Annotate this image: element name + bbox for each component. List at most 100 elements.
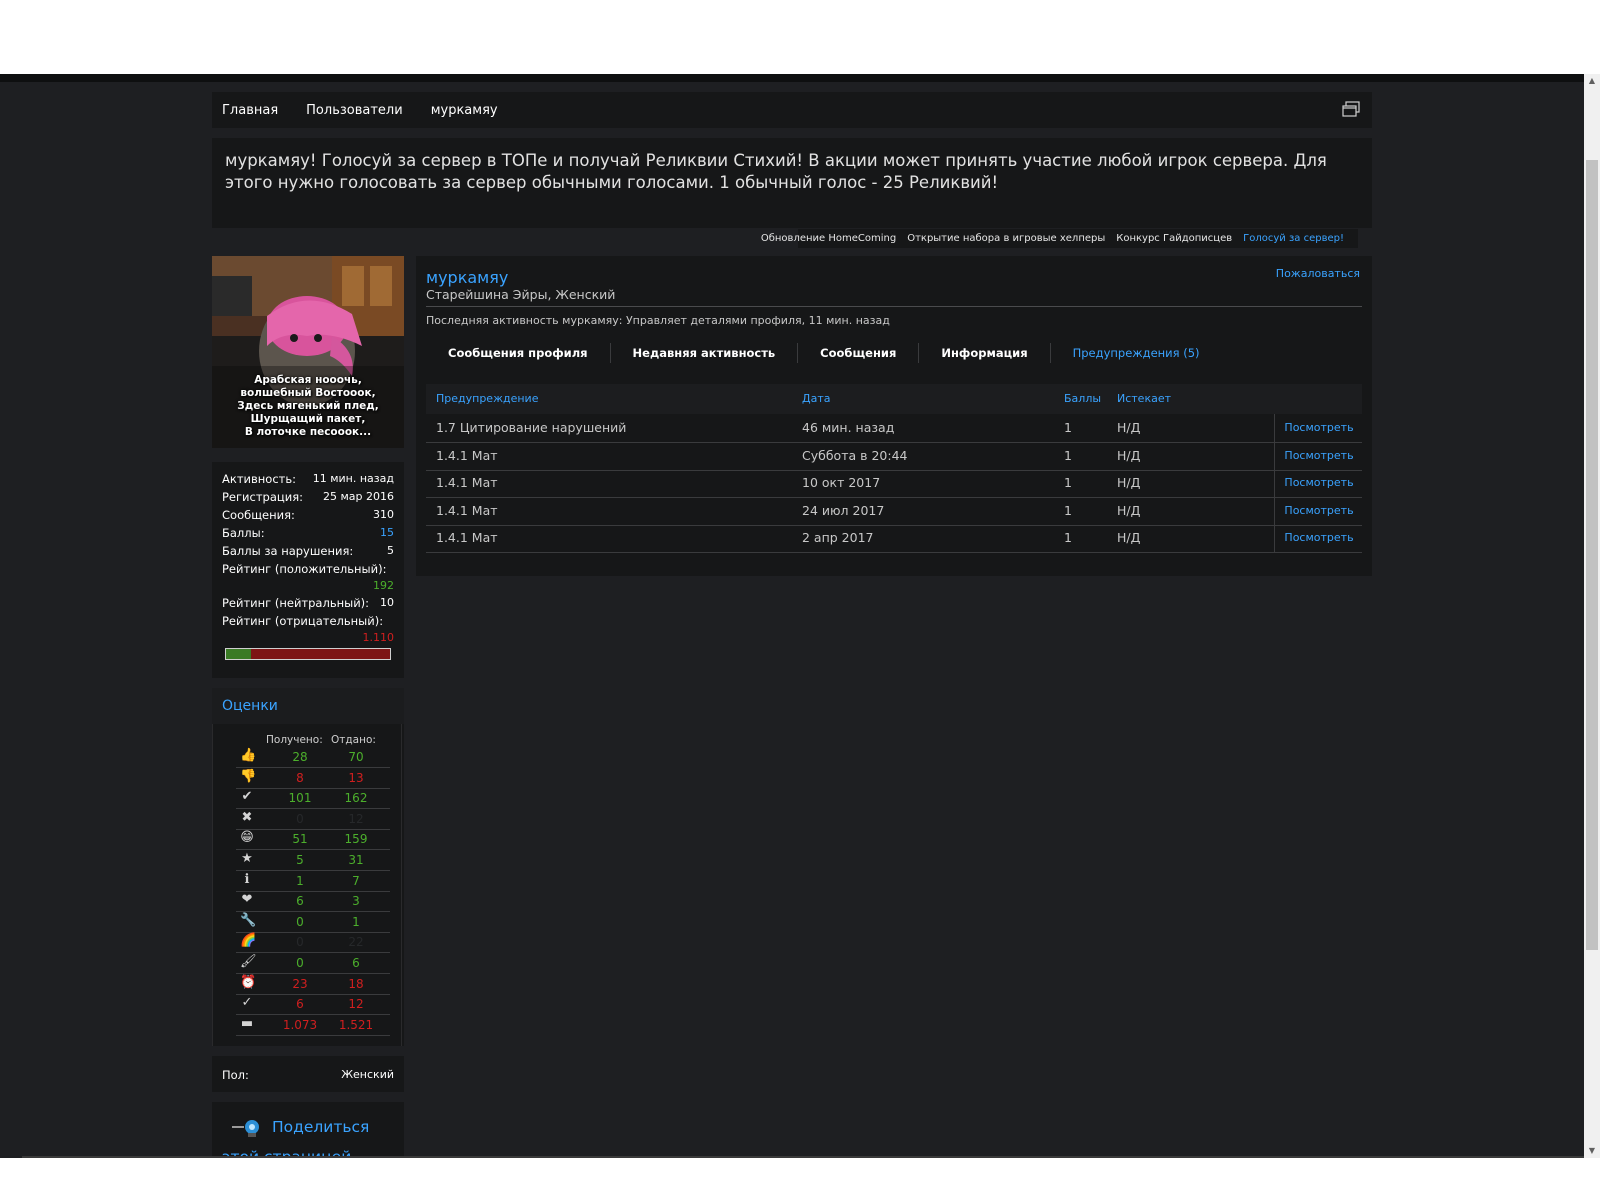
stat-value: 192 — [373, 579, 394, 592]
warning-name-cell: 1.4.1 Мат — [436, 447, 498, 463]
avatar[interactable]: Арабская нооочь, волшебный Востооок, Зде… — [212, 256, 404, 448]
warning-expires-cell: Н/Д — [1117, 502, 1141, 518]
marks-row: ✖ 0 12 — [236, 808, 390, 830]
stat-value: 1.110 — [362, 631, 395, 644]
last-activity-text: Последняя активность муркамяу: Управляет… — [426, 314, 890, 327]
marks-given-header: Отдано: — [331, 734, 376, 746]
news-ticker: Обновление HomeComing Открытие набора в … — [761, 229, 1358, 248]
gender-label: Пол: — [222, 1068, 249, 1082]
marks-given-value: 6 — [352, 956, 360, 970]
news-link-helpers[interactable]: Открытие набора в игровые хелперы — [907, 233, 1105, 244]
marks-given-value: 3 — [352, 894, 360, 909]
warning-points-cell: 1 — [1064, 447, 1072, 463]
table-row: 1.7 Цитирование нарушений 46 мин. назад 1 Н… — [426, 414, 1362, 443]
stat-label: Активность: — [222, 472, 296, 486]
marks-row: ★ 5 31 — [236, 849, 390, 871]
marks-given-value: 12 — [348, 811, 364, 826]
marks-given-value: 1 — [352, 914, 360, 929]
profile-tabs: Сообщения профиля Недавняя активность Со… — [426, 336, 1222, 370]
page-scrollbar[interactable]: ▲ ▼ — [1584, 74, 1600, 1158]
avatar-caption-line: В лоточке песооок... — [244, 426, 372, 438]
gender-panel: Пол: Женский — [212, 1056, 404, 1092]
tab-messages[interactable]: Сообщения — [798, 343, 920, 363]
marks-row: ⏰ 23 18 — [236, 973, 390, 995]
share-panel: Поделиться этой страницей — [212, 1102, 404, 1162]
profile-user-title: Старейшина Эйры, Женский — [426, 287, 616, 302]
marks-panel: Оценки Получено: Отдано: 👍 28 70 👎 8 13 ✔ 101 16… — [212, 688, 404, 1046]
warning-date-cell: 10 окт 2017 — [802, 475, 881, 490]
view-warning-link[interactable]: Посмотреть — [1274, 441, 1363, 470]
stat-value: 25 мар 2016 — [322, 490, 394, 503]
warning-date-cell: 2 апр 2017 — [802, 530, 874, 545]
scroll-thumb[interactable] — [1586, 160, 1598, 950]
stat-value[interactable]: 310 — [373, 508, 394, 521]
marks-row: 🌈 0 22 — [236, 931, 390, 954]
header-warning[interactable]: Предупреждение — [436, 392, 538, 405]
nav-profile[interactable]: муркамяу — [421, 103, 508, 118]
marks-received-value: 0 — [296, 914, 304, 929]
view-warning-link[interactable]: Посмотреть — [1274, 414, 1363, 442]
header-expires[interactable]: Истекает — [1117, 392, 1171, 405]
table-row: 1.4.1 Мат 24 июл 2017 1 Н/Д Посмотреть — [426, 496, 1363, 526]
profile-divider — [426, 306, 1362, 307]
marks-title[interactable]: Оценки — [222, 698, 278, 714]
view-warning-link[interactable]: Посмотреть — [1274, 469, 1363, 497]
profile-username[interactable]: муркамяу — [426, 268, 508, 287]
header-points[interactable]: Баллы — [1064, 392, 1101, 405]
table-row: 1.4.1 Мат 10 окт 2017 1 Н/Д Посмотреть — [426, 469, 1362, 498]
avatar-caption: Арабская нооочь, волшебный Востооок, Зде… — [212, 374, 404, 439]
laugh-icon: 😁 — [240, 830, 254, 846]
avatar-caption-line: волшебный Востооок, — [240, 387, 376, 399]
scroll-down-arrow-icon[interactable]: ▼ — [1584, 1144, 1600, 1158]
scroll-up-arrow-icon[interactable]: ▲ — [1584, 74, 1600, 88]
rainbow-icon: 🌈 — [240, 933, 257, 949]
marks-row: 👍 28 70 — [236, 746, 390, 768]
table-row: 1.4.1 Мат 2 апр 2017 1 Н/Д Посмотреть — [426, 524, 1362, 553]
news-link-contest[interactable]: Конкурс Гайдописцев — [1116, 233, 1232, 244]
nav-home[interactable]: Главная — [212, 103, 288, 118]
marks-row: 👎 8 13 — [236, 767, 390, 789]
star-medal-icon: ★ — [241, 851, 253, 866]
promo-notice-text: муркамяу! Голосуй за сервер в ТОПе и пол… — [225, 151, 1327, 192]
alarm-clock-icon: ⏰ — [240, 974, 257, 990]
warning-points-cell: 1 — [1064, 502, 1072, 518]
news-link-vote[interactable]: Голосуй за сервер! — [1243, 233, 1344, 244]
stat-label: Рейтинг (отрицательный): — [222, 614, 384, 628]
marks-received-value: 23 — [292, 976, 308, 991]
report-link[interactable]: Пожаловаться — [1276, 267, 1360, 280]
tab-recent-activity[interactable]: Недавняя активность — [611, 343, 799, 363]
warning-expires-cell: Н/Д — [1117, 447, 1141, 463]
stat-label: Баллы: — [222, 526, 265, 540]
restore-window-icon[interactable] — [1342, 101, 1360, 117]
warning-date-cell: Суббота в 20:44 — [802, 447, 908, 463]
heart-icon: ❤ — [241, 892, 253, 908]
tab-profile-posts[interactable]: Сообщения профиля — [426, 343, 611, 363]
cross-icon: ✖ — [241, 809, 253, 825]
warning-name-cell: 1.4.1 Мат — [436, 502, 498, 518]
header-date[interactable]: Дата — [802, 392, 830, 405]
news-link-homecoming[interactable]: Обновление HomeComing — [761, 233, 896, 244]
marks-given-value: 18 — [348, 976, 364, 991]
marks-row: ℹ 1 7 — [236, 870, 390, 892]
warning-expires-cell: Н/Д — [1117, 530, 1141, 545]
marks-received-value: 0 — [296, 956, 304, 970]
stat-value[interactable]: 15 — [380, 526, 394, 539]
wrench-icon: 🔧 — [240, 912, 257, 928]
view-warning-link[interactable]: Посмотреть — [1274, 524, 1363, 552]
tab-information[interactable]: Информация — [919, 343, 1051, 363]
warning-name-cell: 1.4.1 Мат — [436, 530, 498, 545]
tab-warnings[interactable]: Предупреждения (5) — [1051, 343, 1222, 363]
spellcheck-icon: ✓ — [241, 995, 253, 1011]
view-warning-link[interactable]: Посмотреть — [1274, 496, 1363, 525]
stat-label: Регистрация: — [222, 490, 303, 504]
marks-received-value: 101 — [288, 791, 312, 806]
promo-notice: муркамяу! Голосуй за сервер в ТОПе и пол… — [212, 138, 1372, 228]
marks-given-value: 22 — [348, 935, 364, 950]
marks-given-value: 12 — [348, 997, 364, 1012]
marks-given-value: 70 — [348, 750, 364, 764]
info-icon: ℹ — [244, 871, 250, 887]
nav-users[interactable]: Пользователи — [296, 103, 413, 118]
marks-received-value: 1.073 — [282, 1017, 318, 1032]
stat-value: 10 — [380, 596, 394, 609]
marks-received-header: Получено: — [266, 734, 323, 746]
